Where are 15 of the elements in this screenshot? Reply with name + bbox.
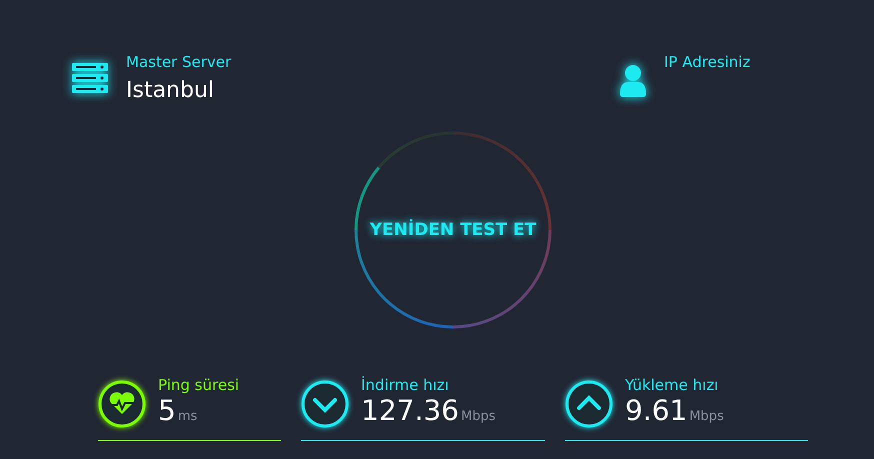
stat-unit: Mbps [689, 409, 724, 424]
stat-value: 5 [158, 395, 176, 427]
retest-button[interactable]: YENİDEN TEST ET [366, 216, 540, 244]
stat-value: 9.61 [625, 395, 688, 427]
server-city: Istanbul [126, 77, 216, 105]
stat-value: 127.36 [361, 395, 459, 427]
stat-unit: Mbps [460, 409, 496, 424]
stat-label: Ping süresi [158, 375, 240, 395]
server-icon [72, 63, 108, 93]
ip-label: IP Adresiniz [664, 52, 750, 72]
stat-unit: ms [178, 409, 198, 424]
server-label: Master Server [126, 52, 232, 72]
stat-label: Yükleme hızı [625, 375, 720, 395]
stat-label: İndirme hızı [361, 375, 450, 395]
user-icon [620, 65, 646, 97]
